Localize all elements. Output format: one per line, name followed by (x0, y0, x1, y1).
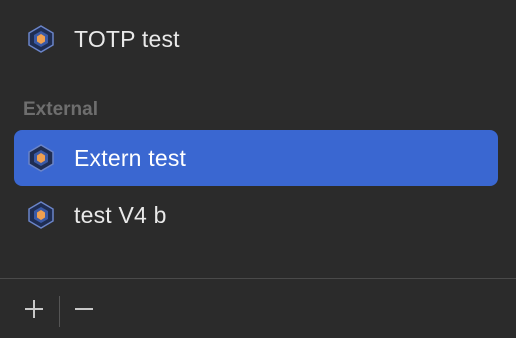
list-item-totp-test[interactable]: TOTP test (14, 11, 498, 67)
bottom-toolbar (0, 279, 516, 338)
add-button[interactable] (22, 297, 46, 321)
keychain-icon (27, 201, 55, 229)
keychain-icon (27, 144, 55, 172)
vault-list: TOTP test External Extern test test V4 b (0, 0, 516, 278)
list-item-label: test V4 b (74, 201, 167, 228)
plus-icon (25, 300, 43, 318)
list-item-label: TOTP test (74, 25, 180, 52)
list-item-extern-test[interactable]: Extern test (14, 130, 498, 186)
minus-icon (75, 308, 93, 310)
keychain-icon (27, 25, 55, 53)
section-header-external: External (23, 99, 98, 120)
list-item-test-v4-b[interactable]: test V4 b (14, 187, 498, 243)
list-item-label: Extern test (74, 144, 187, 171)
toolbar-separator (59, 296, 60, 327)
remove-button[interactable] (72, 297, 96, 321)
